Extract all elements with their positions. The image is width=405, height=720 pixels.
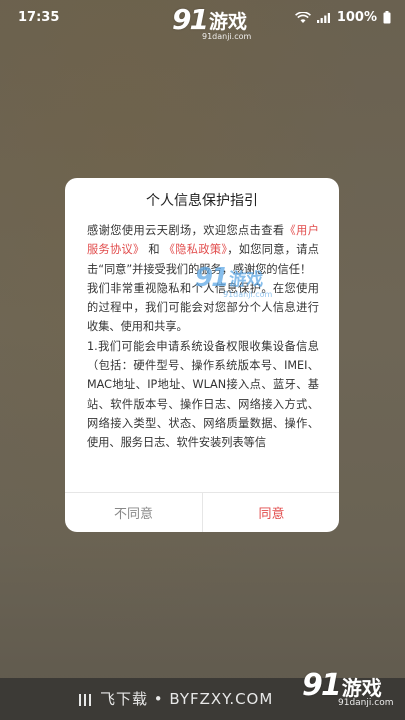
privacy-policy-link[interactable]: 《隐私政策》 — [164, 243, 227, 256]
status-icons: 100% — [294, 10, 391, 25]
watermark-logo-text: 游戏 — [341, 676, 382, 700]
agree-button[interactable]: 同意 — [203, 493, 339, 532]
watermark-middle: 91 游戏 91danji.com — [195, 264, 285, 304]
dialog-body: 感谢您使用云天剧场，欢迎您点击查看《用户服务协议》 和 《隐私政策》，如您同意，… — [87, 221, 319, 469]
and-text: 和 — [148, 243, 160, 257]
dialog-title: 个人信息保护指引 — [146, 193, 258, 209]
bottom-bar-text: 飞下载 • BYFZXY.COM — [100, 690, 274, 708]
watermark-logo-number: 91 — [172, 3, 209, 36]
disagree-button[interactable]: 不同意 — [65, 493, 202, 532]
dialog-paragraph-3: 1.我们可能会申请系统设备权限收集设备信息（包括：硬件型号、操作系统版本号、IM… — [87, 339, 319, 450]
watermark-logo-text: 游戏 — [208, 11, 247, 33]
status-time: 17:35 — [18, 10, 60, 25]
watermark-url: 91danji.com — [202, 32, 252, 41]
menu-lines-icon — [78, 692, 92, 711]
watermark-logo-number: 91 — [302, 668, 342, 703]
intro-prefix: 感谢您使用云天剧场，欢迎您点击查看 — [87, 224, 285, 237]
battery-percent: 100% — [336, 10, 377, 25]
battery-icon — [383, 11, 391, 24]
watermark-top: 91 游戏 91danji.com — [172, 6, 267, 46]
watermark-logo-text: 游戏 — [229, 270, 264, 290]
watermark-logo-number: 91 — [195, 263, 229, 293]
watermark-url: 91danji.com — [223, 290, 273, 299]
privacy-dialog: 个人信息保护指引 感谢您使用云天剧场，欢迎您点击查看《用户服务协议》 和 《隐私… — [65, 178, 339, 532]
watermark-url: 91danji.com — [338, 698, 394, 708]
wifi-icon — [294, 11, 311, 24]
watermark-bottom: 91 游戏 91danji.com — [302, 668, 402, 718]
signal-icon — [316, 12, 331, 23]
